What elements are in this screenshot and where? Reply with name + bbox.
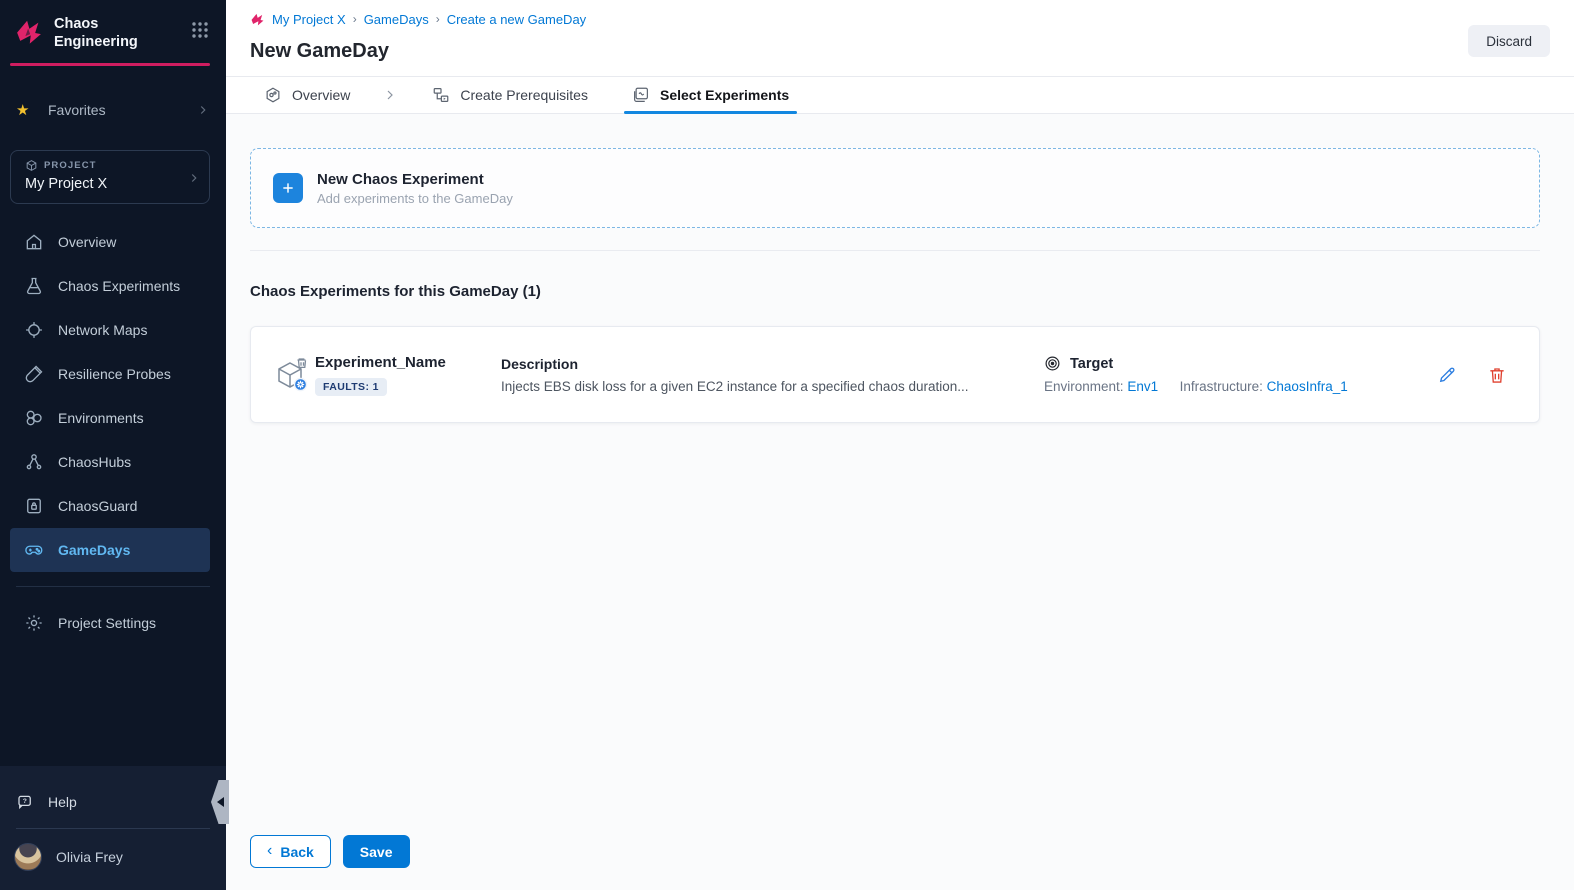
sidebar-item-help[interactable]: ? Help — [0, 778, 226, 826]
cube-icon — [25, 159, 38, 172]
description-text: Injects EBS disk loss for a given EC2 in… — [501, 379, 1044, 394]
network-map-icon — [24, 320, 44, 340]
tab-overview[interactable]: Overview — [256, 77, 358, 113]
brand-accent-line — [10, 63, 210, 66]
sidebar-item-chaoshubs[interactable]: ChaosHubs — [10, 440, 210, 484]
page-title: New GameDay — [250, 40, 1550, 63]
help-icon: ? — [16, 793, 34, 811]
environment-label: Environment: — [1044, 379, 1124, 394]
trash-icon — [1487, 365, 1507, 385]
environments-icon — [24, 408, 44, 428]
harness-mini-logo-icon — [250, 12, 265, 27]
infrastructure-link[interactable]: ChaosInfra_1 — [1267, 379, 1348, 394]
tab-chevron-icon — [382, 77, 398, 113]
content: New Chaos Experiment Add experiments to … — [226, 114, 1574, 890]
user-profile[interactable]: Olivia Frey — [0, 831, 226, 883]
svg-text:?: ? — [23, 798, 27, 805]
experiments-tab-icon — [632, 86, 650, 104]
sidebar-footer-divider — [16, 828, 210, 829]
back-chevron-icon: ‹ — [267, 842, 272, 860]
back-button[interactable]: ‹ Back — [250, 835, 331, 868]
harness-logo-icon — [14, 17, 44, 47]
infrastructure-label: Infrastructure: — [1180, 379, 1263, 394]
avatar — [14, 843, 42, 871]
probe-icon — [24, 364, 44, 384]
discard-button[interactable]: Discard — [1468, 25, 1550, 57]
edit-experiment-button[interactable] — [1437, 365, 1457, 385]
chevron-right-icon — [196, 103, 210, 117]
sidebar: Chaos Engineering ★ Favorites PROJECT My… — [0, 0, 226, 890]
experiment-card: Experiment_Name FAULTS: 1 Description In… — [250, 326, 1540, 423]
experiment-name: Experiment_Name — [315, 354, 501, 371]
sidebar-item-gamedays[interactable]: GameDays — [10, 528, 210, 572]
gear-icon — [24, 613, 44, 633]
delete-experiment-button[interactable] — [1487, 365, 1507, 385]
breadcrumb-separator: › — [436, 12, 440, 26]
user-name: Olivia Frey — [56, 849, 123, 865]
app-title: Chaos Engineering — [54, 15, 138, 51]
sidebar-item-network-maps[interactable]: Network Maps — [10, 308, 210, 352]
target-icon — [1044, 355, 1061, 372]
home-icon — [24, 232, 44, 252]
breadcrumb-link-gamedays[interactable]: GameDays — [364, 12, 429, 27]
star-icon: ★ — [16, 101, 36, 119]
sidebar-divider — [16, 586, 210, 587]
environment-link[interactable]: Env1 — [1127, 379, 1158, 394]
overview-tab-icon — [264, 86, 282, 104]
sidebar-item-favorites[interactable]: ★ Favorites — [0, 98, 226, 122]
breadcrumb-link-create[interactable]: Create a new GameDay — [447, 12, 586, 27]
pencil-icon — [1437, 365, 1457, 385]
flask-icon — [24, 276, 44, 296]
sidebar-item-overview[interactable]: Overview — [10, 220, 210, 264]
page-header: My Project X › GameDays › Create a new G… — [226, 0, 1574, 76]
section-heading: Chaos Experiments for this GameDay (1) — [250, 283, 1540, 300]
hub-graph-icon — [24, 452, 44, 472]
new-experiment-title: New Chaos Experiment — [317, 171, 513, 188]
new-chaos-experiment-box[interactable]: New Chaos Experiment Add experiments to … — [250, 148, 1540, 228]
tab-create-prerequisites[interactable]: Create Prerequisites — [424, 77, 596, 113]
breadcrumb-link-project[interactable]: My Project X — [272, 12, 346, 27]
project-selector[interactable]: PROJECT My Project X — [10, 150, 210, 204]
target-label: Target — [1070, 356, 1113, 372]
save-button[interactable]: Save — [343, 835, 410, 868]
sidebar-item-resilience-probes[interactable]: Resilience Probes — [10, 352, 210, 396]
sidebar-item-chaosguard[interactable]: ChaosGuard — [10, 484, 210, 528]
faults-badge: FAULTS: 1 — [315, 378, 387, 396]
gamepad-icon — [24, 540, 44, 560]
sidebar-item-project-settings[interactable]: Project Settings — [10, 601, 210, 645]
main-area: My Project X › GameDays › Create a new G… — [226, 0, 1574, 890]
plus-icon — [280, 180, 296, 196]
add-experiment-button[interactable] — [273, 173, 303, 203]
new-experiment-subtitle: Add experiments to the GameDay — [317, 191, 513, 206]
prerequisites-tab-icon — [432, 86, 450, 104]
sidebar-header: Chaos Engineering — [0, 0, 226, 64]
experiment-cube-icon — [273, 355, 313, 395]
app-grid-icon[interactable] — [190, 20, 210, 40]
guard-lock-icon — [24, 496, 44, 516]
collapse-arrow-icon — [217, 797, 224, 807]
project-name: My Project X — [25, 176, 199, 192]
tab-select-experiments[interactable]: Select Experiments — [624, 77, 797, 113]
description-label: Description — [501, 356, 1044, 372]
breadcrumb: My Project X › GameDays › Create a new G… — [250, 10, 1550, 28]
sidebar-item-chaos-experiments[interactable]: Chaos Experiments — [10, 264, 210, 308]
breadcrumb-separator: › — [353, 12, 357, 26]
chevron-right-icon — [187, 171, 201, 185]
sidebar-item-environments[interactable]: Environments — [10, 396, 210, 440]
sidebar-footer: ? Help Olivia Frey — [0, 766, 226, 890]
sidebar-menu: Overview Chaos Experiments Network Maps … — [0, 220, 226, 572]
project-kicker-label: PROJECT — [44, 160, 97, 171]
wizard-footer: ‹ Back Save — [250, 835, 410, 868]
favorites-label: Favorites — [48, 102, 196, 118]
content-divider — [250, 250, 1540, 251]
wizard-tabbar: Overview Create Prerequisites Select Exp… — [226, 76, 1574, 114]
